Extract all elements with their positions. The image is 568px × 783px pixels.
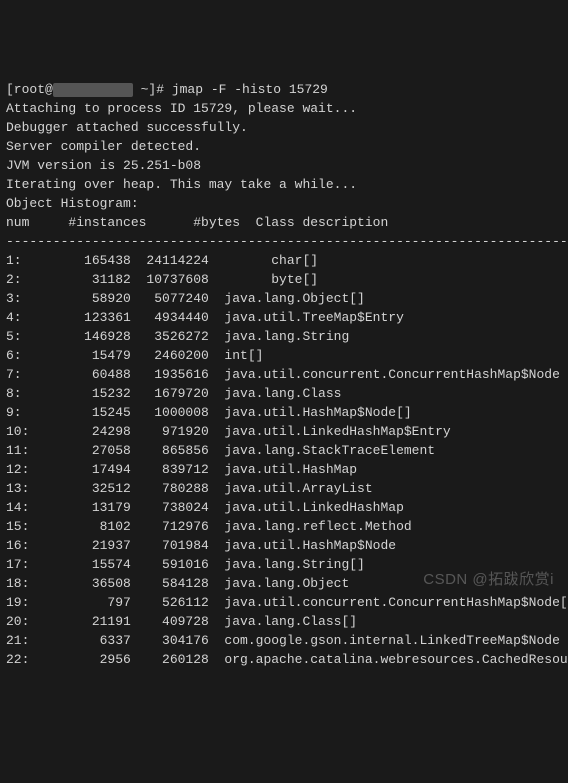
output-line: Object Histogram:: [6, 194, 562, 213]
divider: ----------------------------------------…: [6, 232, 562, 251]
table-row: 13: 32512 780288 java.util.ArrayList: [6, 479, 562, 498]
table-row: 4: 123361 4934440 java.util.TreeMap$Entr…: [6, 308, 562, 327]
table-row: 3: 58920 5077240 java.lang.Object[]: [6, 289, 562, 308]
table-row: 20: 21191 409728 java.lang.Class[]: [6, 612, 562, 631]
table-row: 22: 2956 260128 org.apache.catalina.webr…: [6, 650, 562, 669]
output-line: JVM version is 25.251-b08: [6, 156, 562, 175]
output-line: Server compiler detected.: [6, 137, 562, 156]
table-header: num #instances #bytes Class description: [6, 213, 562, 232]
table-row: 11: 27058 865856 java.lang.StackTraceEle…: [6, 441, 562, 460]
watermark-text: CSDN @拓跋欣赏i: [423, 570, 554, 589]
table-row: 19: 797 526112 java.util.concurrent.Conc…: [6, 593, 562, 612]
output-line: Iterating over heap. This may take a whi…: [6, 175, 562, 194]
command-line: [root@ ~]# jmap -F -histo 15729: [6, 80, 562, 99]
table-row: 21: 6337 304176 com.google.gson.internal…: [6, 631, 562, 650]
table-row: 9: 15245 1000008 java.util.HashMap$Node[…: [6, 403, 562, 422]
table-row: 16: 21937 701984 java.util.HashMap$Node: [6, 536, 562, 555]
table-row: 1: 165438 24114224 char[]: [6, 251, 562, 270]
table-row: 2: 31182 10737608 byte[]: [6, 270, 562, 289]
table-row: 5: 146928 3526272 java.lang.String: [6, 327, 562, 346]
output-line: Attaching to process ID 15729, please wa…: [6, 99, 562, 118]
table-row: 14: 13179 738024 java.util.LinkedHashMap: [6, 498, 562, 517]
output-line: Debugger attached successfully.: [6, 118, 562, 137]
table-row: 8: 15232 1679720 java.lang.Class: [6, 384, 562, 403]
table-row: 10: 24298 971920 java.util.LinkedHashMap…: [6, 422, 562, 441]
table-row: 6: 15479 2460200 int[]: [6, 346, 562, 365]
table-row: 12: 17494 839712 java.util.HashMap: [6, 460, 562, 479]
table-row: 7: 60488 1935616 java.util.concurrent.Co…: [6, 365, 562, 384]
table-row: 15: 8102 712976 java.lang.reflect.Method: [6, 517, 562, 536]
blurred-hostname: [53, 83, 133, 97]
